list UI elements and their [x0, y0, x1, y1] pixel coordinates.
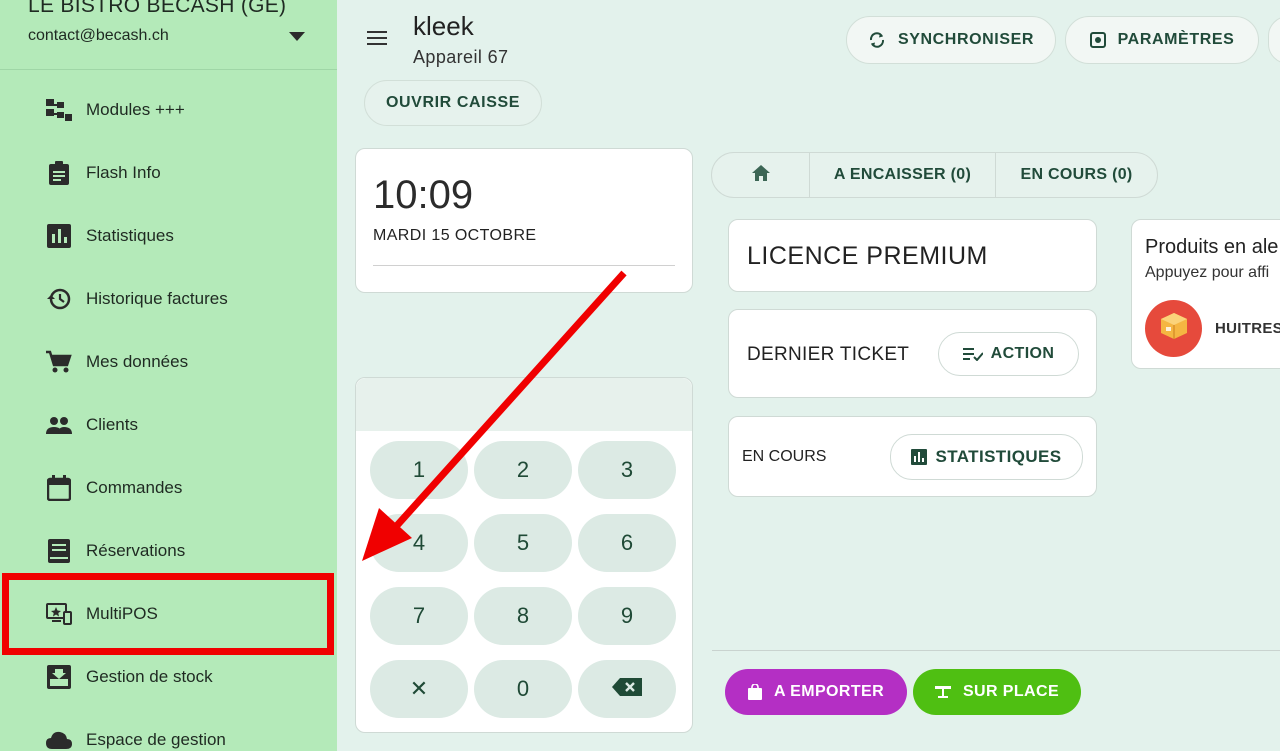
sidebar-item-label: Clients: [86, 414, 138, 434]
open-register-button[interactable]: OUVRIR CAISSE: [364, 80, 542, 126]
statistics-button[interactable]: STATISTIQUES: [890, 434, 1083, 480]
tab-home[interactable]: [712, 153, 810, 197]
license-label: LICENCE PREMIUM: [747, 242, 988, 270]
history-icon: [46, 286, 72, 312]
action-label: ACTION: [990, 345, 1055, 362]
cloud-icon: [46, 727, 72, 751]
tab-a-encaisser[interactable]: A ENCAISSER (0): [810, 153, 996, 197]
multipos-highlight-box: [2, 573, 334, 655]
open-register-label: OUVRIR CAISSE: [385, 94, 521, 111]
account-name: LE BISTRO BECASH (GE): [28, 0, 287, 17]
bar-chart-icon: [46, 223, 72, 249]
settings-icon: [1089, 32, 1106, 48]
divider: [712, 650, 1280, 651]
modules-icon: [46, 97, 72, 123]
sidebar-item-modules[interactable]: Modules +++: [0, 78, 337, 141]
alert-products-card[interactable]: Produits en ale Appuyez pour affi HUITRE…: [1131, 219, 1280, 369]
settings-button[interactable]: PARAMÈTRES: [1065, 16, 1259, 64]
key-1[interactable]: 1: [370, 441, 468, 499]
sidebar-item-clients[interactable]: Clients: [0, 393, 337, 456]
last-ticket-card: DERNIER TICKET ACTION: [728, 309, 1097, 398]
sidebar-item-label: Flash Info: [86, 162, 161, 182]
sync-button[interactable]: SYNCHRONISER: [846, 16, 1056, 64]
sidebar-item-label: Modules +++: [86, 99, 185, 119]
sidebar-item-espace-gestion[interactable]: Espace de gestion: [0, 708, 337, 751]
clock-card: 10:09 MARDI 15 OCTOBRE: [355, 148, 693, 293]
order-tabs: A ENCAISSER (0) EN COURS (0): [711, 152, 1158, 198]
key-5[interactable]: 5: [474, 514, 572, 572]
takeaway-button[interactable]: A EMPORTER: [725, 669, 907, 715]
divider: [373, 265, 675, 266]
sidebar-item-mes-donnees[interactable]: Mes données: [0, 330, 337, 393]
key-0[interactable]: 0: [474, 660, 572, 718]
tab-en-cours[interactable]: EN COURS (0): [996, 153, 1157, 197]
sidebar-item-label: Gestion de stock: [86, 666, 213, 686]
clear-key[interactable]: ✕: [370, 660, 468, 718]
sync-label: SYNCHRONISER: [897, 31, 1035, 48]
home-icon: [751, 164, 770, 186]
cart-icon: [46, 349, 72, 375]
sidebar-item-label: Historique factures: [86, 288, 228, 308]
sidebar-item-label: Espace de gestion: [86, 729, 226, 749]
key-8[interactable]: 8: [474, 587, 572, 645]
in-progress-card: EN COURS STATISTIQUES: [728, 416, 1097, 497]
calendar-icon: [46, 474, 72, 501]
table-icon: [934, 686, 951, 698]
keypad: 1 2 3 4 5 6 7 8 9 ✕ 0: [355, 377, 693, 733]
key-2[interactable]: 2: [474, 441, 572, 499]
box-icon: [1159, 311, 1189, 346]
key-7[interactable]: 7: [370, 587, 468, 645]
key-9[interactable]: 9: [578, 587, 676, 645]
alert-title: Produits en ale: [1145, 236, 1279, 258]
license-card[interactable]: LICENCE PREMIUM: [728, 219, 1097, 292]
book-icon: [46, 538, 72, 564]
device-name: Appareil 67: [413, 47, 509, 67]
sidebar-item-statistiques[interactable]: Statistiques: [0, 204, 337, 267]
dine-in-button[interactable]: SUR PLACE: [913, 669, 1081, 715]
takeaway-label: A EMPORTER: [773, 683, 885, 700]
more-button[interactable]: [1268, 16, 1280, 64]
in-progress-label: EN COURS: [742, 448, 827, 465]
backspace-key[interactable]: [578, 660, 676, 718]
action-button[interactable]: ACTION: [938, 332, 1079, 376]
menu-icon[interactable]: [367, 31, 387, 47]
account-header[interactable]: LE BISTRO BECASH (GE) contact@becash.ch: [0, 0, 337, 70]
sidebar: LE BISTRO BECASH (GE) contact@becash.ch …: [0, 0, 337, 751]
statistics-label: STATISTIQUES: [935, 447, 1062, 466]
alert-subtitle: Appuyez pour affi: [1145, 264, 1270, 281]
chevron-down-icon[interactable]: [289, 32, 305, 41]
key-6[interactable]: 6: [578, 514, 676, 572]
sidebar-item-label: Réservations: [86, 540, 186, 560]
checklist-icon: [962, 347, 983, 361]
product-avatar: [1145, 300, 1202, 357]
sidebar-item-label: Commandes: [86, 477, 183, 497]
account-email: contact@becash.ch: [28, 27, 169, 44]
sidebar-item-flash-info[interactable]: Flash Info: [0, 141, 337, 204]
people-icon: [46, 412, 72, 438]
settings-label: PARAMÈTRES: [1117, 31, 1235, 48]
clock-time: 10:09: [373, 173, 474, 217]
alert-product-name: HUITRES: [1215, 320, 1280, 337]
sidebar-item-commandes[interactable]: Commandes: [0, 456, 337, 519]
key-3[interactable]: 3: [578, 441, 676, 499]
dine-in-label: SUR PLACE: [962, 683, 1060, 700]
sidebar-item-historique[interactable]: Historique factures: [0, 267, 337, 330]
clipboard-icon: [46, 160, 72, 186]
sync-icon: [868, 31, 886, 49]
app-name: kleek: [413, 11, 474, 41]
clock-date: MARDI 15 OCTOBRE: [373, 227, 537, 244]
bar-chart-icon: [911, 449, 928, 465]
sidebar-item-label: Mes données: [86, 351, 189, 371]
backspace-icon: [612, 676, 642, 702]
key-4[interactable]: 4: [370, 514, 468, 572]
download-box-icon: [46, 664, 72, 690]
keypad-display: [356, 378, 692, 431]
bag-icon: [747, 684, 762, 700]
sidebar-item-label: Statistiques: [86, 225, 174, 245]
last-ticket-label: DERNIER TICKET: [747, 344, 910, 365]
